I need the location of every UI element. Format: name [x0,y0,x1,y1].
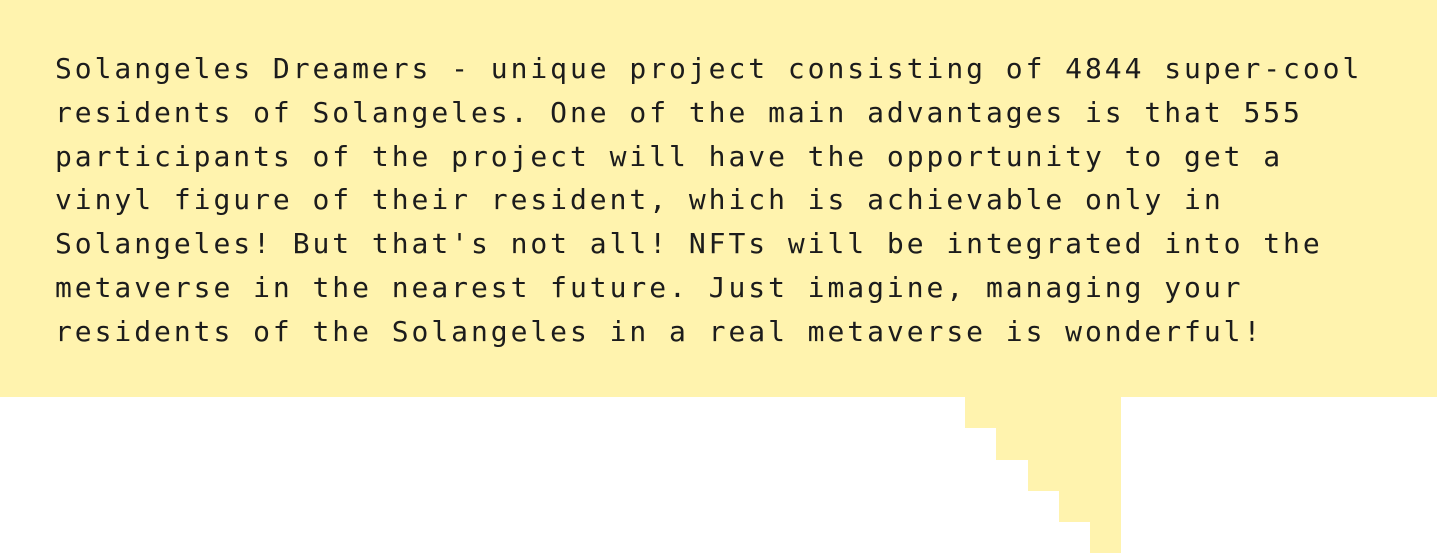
tail-step [996,428,1121,460]
project-description: Solangeles Dreamers - unique project con… [55,52,1363,348]
tail-step [1028,460,1121,491]
speech-bubble: Solangeles Dreamers - unique project con… [0,0,1437,397]
tail-step [1090,522,1121,553]
tail-step [965,396,1121,428]
tail-step [1059,491,1121,522]
